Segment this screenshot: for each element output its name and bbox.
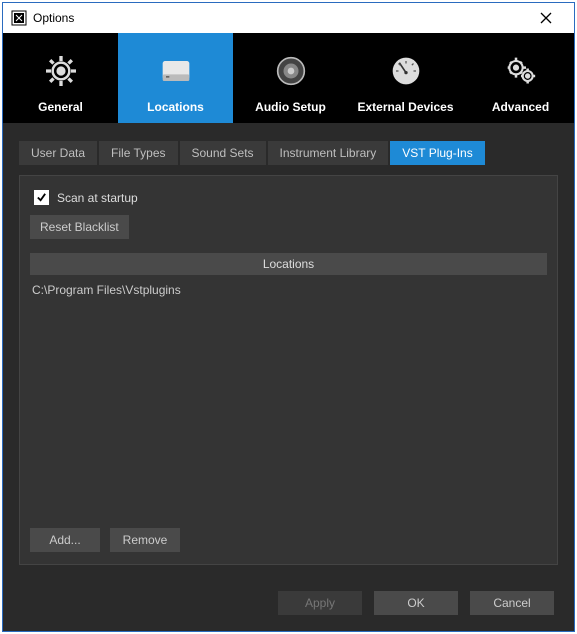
tab-label: Advanced [492, 100, 549, 114]
remove-button[interactable]: Remove [110, 528, 180, 552]
add-button[interactable]: Add... [30, 528, 100, 552]
tab-audio-setup[interactable]: Audio Setup [233, 33, 348, 123]
app-icon [11, 10, 27, 26]
gear-icon [38, 48, 84, 94]
list-item[interactable]: C:\Program Files\Vstplugins [32, 281, 545, 299]
tab-general[interactable]: General [3, 33, 118, 123]
subtab-sound-sets[interactable]: Sound Sets [180, 141, 266, 165]
ok-button[interactable]: OK [374, 591, 458, 615]
cancel-button[interactable]: Cancel [470, 591, 554, 615]
titlebar: Options [3, 3, 574, 33]
dialog-footer: Apply OK Cancel [3, 579, 574, 631]
scan-checkbox[interactable] [34, 190, 49, 205]
gauge-icon [383, 48, 429, 94]
vst-panel: Scan at startup Reset Blacklist Location… [19, 175, 558, 565]
apply-button[interactable]: Apply [278, 591, 362, 615]
scan-at-startup-row: Scan at startup [34, 190, 547, 205]
locations-list[interactable]: C:\Program Files\Vstplugins [30, 275, 547, 518]
tab-advanced[interactable]: Advanced [463, 33, 577, 123]
speaker-icon [268, 48, 314, 94]
scan-checkbox-label: Scan at startup [57, 191, 138, 205]
tab-label: Locations [147, 100, 204, 114]
tab-external-devices[interactable]: External Devices [348, 33, 463, 123]
sub-tab-bar: User Data File Types Sound Sets Instrume… [19, 141, 558, 165]
locations-header: Locations [30, 253, 547, 275]
main-tab-bar: General Locations Audio Setup External D… [3, 33, 574, 123]
locations-page: User Data File Types Sound Sets Instrume… [3, 123, 574, 579]
disk-icon [153, 48, 199, 94]
options-dialog: Options General Locations [2, 2, 575, 632]
subtab-vst-plugins[interactable]: VST Plug-Ins [390, 141, 484, 165]
content-area: General Locations Audio Setup External D… [3, 33, 574, 631]
panel-footer: Add... Remove [30, 528, 547, 552]
window-title: Options [33, 11, 526, 25]
subtab-instrument-library[interactable]: Instrument Library [268, 141, 389, 165]
reset-blacklist-button[interactable]: Reset Blacklist [30, 215, 129, 239]
subtab-file-types[interactable]: File Types [99, 141, 177, 165]
tab-locations[interactable]: Locations [118, 33, 233, 123]
tab-label: External Devices [357, 100, 453, 114]
gears-icon [498, 48, 544, 94]
tab-label: General [38, 100, 83, 114]
tab-label: Audio Setup [255, 100, 326, 114]
subtab-user-data[interactable]: User Data [19, 141, 97, 165]
close-button[interactable] [526, 4, 566, 32]
